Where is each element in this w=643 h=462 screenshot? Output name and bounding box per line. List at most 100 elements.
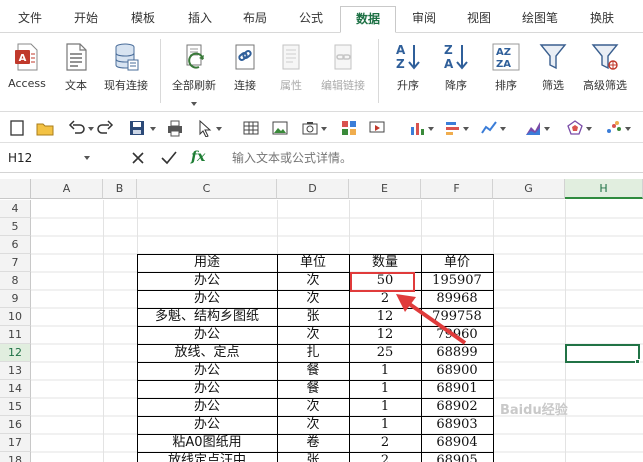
picture-icon[interactable] — [271, 119, 289, 137]
sort-ascending-button[interactable]: A Z 升序 — [388, 37, 428, 109]
tab-file[interactable]: 文件 — [4, 6, 56, 33]
svg-text:Z: Z — [444, 43, 453, 57]
filter-button[interactable]: 筛选 — [533, 37, 573, 109]
text-label: 文本 — [65, 79, 87, 92]
new-document-icon[interactable] — [8, 119, 26, 137]
name-box-dropdown-caret[interactable] — [84, 156, 90, 160]
text-file-icon — [66, 43, 87, 71]
svg-text:A: A — [396, 43, 406, 57]
tab-templates[interactable]: 模板 — [117, 6, 169, 33]
horizontal-bar-dropdown-caret[interactable] — [463, 127, 469, 131]
area-chart-icon[interactable] — [524, 119, 542, 137]
connections-button[interactable]: 连接 — [225, 37, 265, 109]
save-icon[interactable] — [128, 119, 146, 137]
name-box[interactable]: H12 — [8, 149, 94, 167]
cancel-icon[interactable] — [131, 151, 145, 165]
refresh-icon — [186, 44, 204, 69]
sort-descending-label: 降序 — [445, 79, 467, 92]
watermark: Baidu经验 — [500, 403, 568, 418]
slideshow-icon[interactable] — [368, 119, 386, 137]
radar-chart-icon[interactable] — [566, 119, 584, 137]
ribbon: A Access 文本 现有连接 全部刷新 连接 属性 编辑链接 A Z 升序 … — [0, 33, 643, 112]
refresh-dropdown-caret[interactable] — [191, 96, 197, 110]
svg-text:AZ: AZ — [496, 47, 511, 58]
formula-bar: H12 fx — [0, 143, 643, 173]
sort-ascending-icon: A Z — [396, 43, 420, 71]
radar-chart-dropdown-caret[interactable] — [586, 127, 592, 131]
existing-connections-button[interactable]: 现有连接 — [98, 37, 154, 109]
tab-view[interactable]: 视图 — [453, 6, 505, 33]
active-cell-h12[interactable] — [565, 344, 640, 363]
sort-label: 排序 — [495, 79, 517, 92]
sort-descending-icon: Z A — [444, 43, 468, 71]
ribbon-separator — [160, 39, 161, 103]
sort-icon: AZ ZA — [492, 43, 520, 71]
line-chart-dropdown-caret[interactable] — [500, 127, 506, 131]
checkmark-icon[interactable] — [161, 151, 177, 165]
edit-links-icon — [334, 44, 352, 70]
access-button[interactable]: A Access — [2, 37, 52, 109]
pointer-icon[interactable] — [196, 119, 214, 137]
annotation-arrow — [396, 294, 467, 345]
properties-label: 属性 — [280, 79, 302, 92]
apps-icon[interactable] — [340, 119, 358, 137]
from-text-button[interactable]: 文本 — [55, 37, 97, 109]
properties-button[interactable]: 属性 — [270, 37, 312, 109]
table-icon[interactable] — [242, 119, 260, 137]
tab-formulas[interactable]: 公式 — [285, 6, 337, 33]
bar-chart-dropdown-caret[interactable] — [428, 127, 434, 131]
refresh-all-label: 全部刷新 — [172, 79, 216, 92]
ribbon-separator — [378, 39, 379, 103]
tab-layout[interactable]: 布局 — [229, 6, 281, 33]
tab-drawing-pen[interactable]: 绘图笔 — [510, 6, 570, 33]
quick-toolbar — [0, 113, 643, 143]
camera-dropdown-caret[interactable] — [321, 127, 327, 131]
tab-home[interactable]: 开始 — [61, 6, 111, 33]
insert-function-button[interactable]: fx — [191, 149, 205, 165]
tab-insert[interactable]: 插入 — [174, 6, 226, 33]
horizontal-bar-chart-icon[interactable] — [443, 119, 461, 137]
scatter-chart-dropdown-caret[interactable] — [625, 127, 631, 131]
refresh-all-button[interactable]: 全部刷新 — [166, 37, 222, 109]
svg-text:ZA: ZA — [496, 59, 511, 70]
connections-label: 连接 — [234, 79, 256, 92]
fill-handle[interactable] — [635, 359, 640, 364]
tab-data[interactable]: 数据 — [340, 6, 396, 33]
save-dropdown-caret[interactable] — [150, 127, 156, 131]
line-chart-icon[interactable] — [480, 119, 498, 137]
menu-bar: 文件 开始 模板 插入 布局 公式 数据 审阅 视图 绘图笔 换肤 — [0, 0, 643, 33]
advanced-filter-button[interactable]: 高级筛选 — [575, 37, 635, 109]
open-folder-icon[interactable] — [36, 119, 54, 137]
existing-connections-label: 现有连接 — [104, 79, 148, 92]
formula-input[interactable] — [222, 147, 637, 169]
edit-links-button[interactable]: 编辑链接 — [315, 37, 371, 109]
sort-button[interactable]: AZ ZA 排序 — [486, 37, 526, 109]
advanced-filter-label: 高级筛选 — [583, 79, 627, 92]
svg-text:Z: Z — [396, 57, 405, 71]
link-icon — [235, 44, 255, 70]
database-icon — [115, 43, 139, 71]
svg-text:A: A — [444, 57, 454, 71]
undo-dropdown-caret[interactable] — [88, 127, 94, 131]
area-chart-dropdown-caret[interactable] — [544, 127, 550, 131]
redo-icon[interactable] — [96, 119, 114, 137]
bar-chart-icon[interactable] — [408, 119, 426, 137]
advanced-filter-icon — [591, 44, 619, 70]
properties-icon — [282, 44, 300, 70]
filter-icon — [539, 44, 567, 70]
sort-descending-button[interactable]: Z A 降序 — [436, 37, 476, 109]
filter-label: 筛选 — [542, 79, 564, 92]
undo-icon[interactable] — [68, 119, 86, 137]
tab-review[interactable]: 审阅 — [398, 6, 450, 33]
tab-skin[interactable]: 换肤 — [576, 6, 628, 33]
access-label: Access — [8, 77, 46, 90]
edit-links-label: 编辑链接 — [321, 79, 365, 92]
sort-ascending-label: 升序 — [397, 79, 419, 92]
access-icon: A — [15, 43, 38, 71]
camera-icon[interactable] — [301, 119, 319, 137]
svg-text:A: A — [19, 53, 27, 64]
spreadsheet-grid[interactable]: A B C D E F G H 4 5 6 7 8 9 10 11 12 13 … — [0, 173, 643, 462]
pointer-dropdown-caret[interactable] — [216, 127, 222, 131]
print-icon[interactable] — [166, 119, 184, 137]
scatter-chart-icon[interactable] — [605, 119, 623, 137]
